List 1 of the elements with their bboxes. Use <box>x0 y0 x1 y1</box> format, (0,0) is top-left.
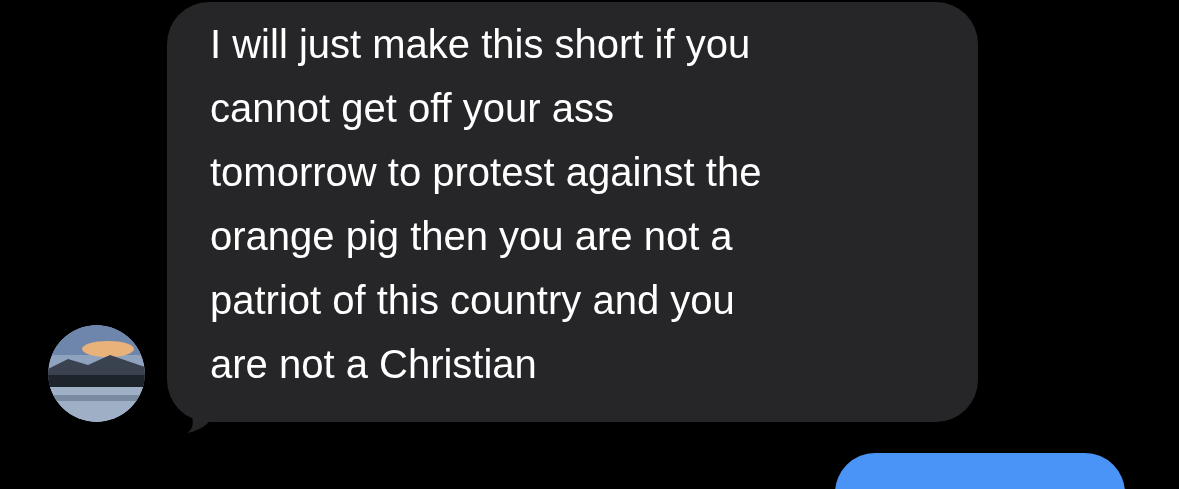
message-text: I will just make this short if you cannot get off your ass tomorrow to protest against the orange pig then you are not a patriot of this country and you are not a Christian <box>210 21 763 388</box>
